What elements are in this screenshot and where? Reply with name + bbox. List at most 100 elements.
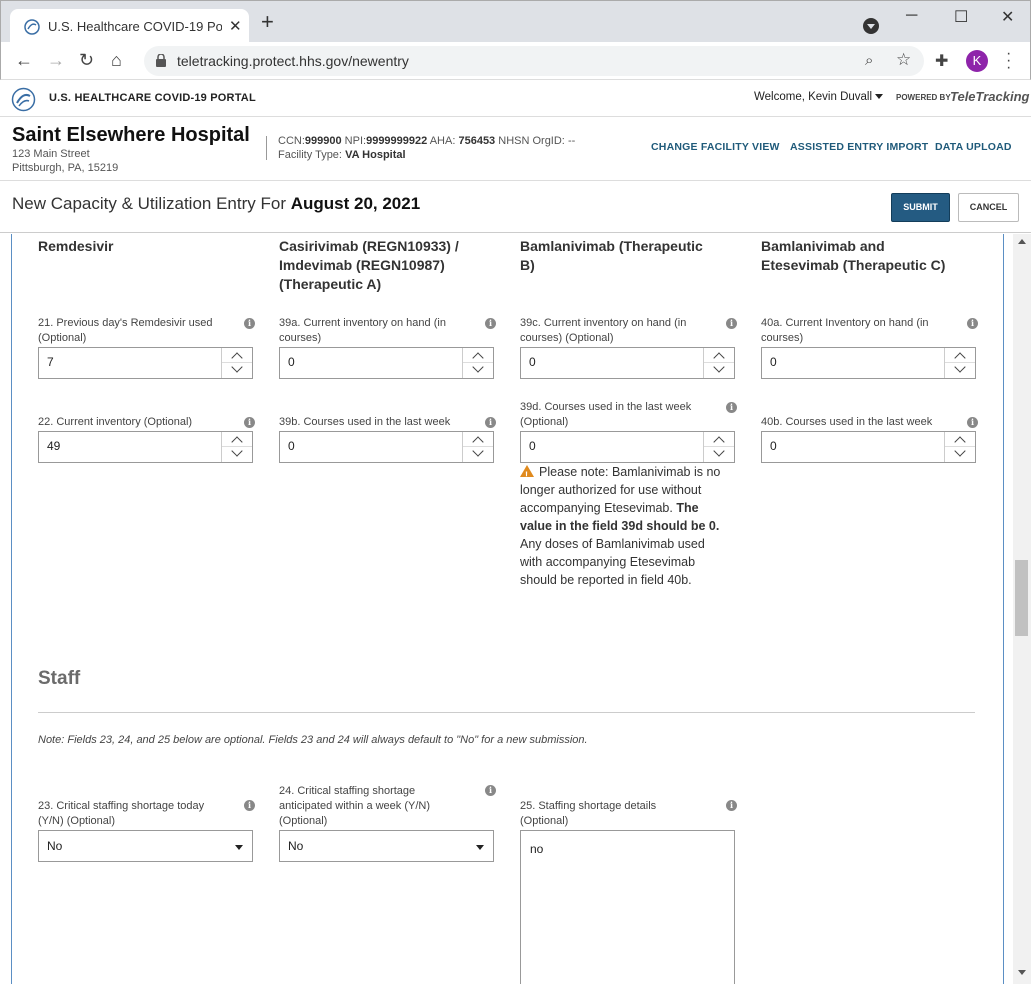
ccn-value: 999900 (304, 135, 342, 147)
new-tab-button[interactable]: + (261, 11, 274, 33)
field-39c-input[interactable]: 0 (520, 347, 735, 379)
warning-text: longer authorized for use without (520, 483, 702, 497)
data-upload-link[interactable]: DATA UPLOAD (935, 141, 1012, 153)
tab-close-icon[interactable]: ✕ (229, 17, 242, 35)
field-21-value[interactable]: 7 (47, 355, 54, 369)
info-icon[interactable]: i (726, 318, 737, 329)
number-stepper[interactable] (944, 348, 975, 378)
url-text[interactable]: teletracking.protect.hhs.gov/newentry (177, 53, 409, 69)
chevron-down-icon (231, 445, 243, 457)
hhs-favicon-icon (24, 19, 40, 35)
chevron-down-icon (713, 445, 725, 457)
user-menu[interactable]: Welcome, Kevin Duvall (754, 91, 884, 103)
label-line: courses) (761, 332, 804, 344)
back-arrow-icon[interactable]: ← (15, 51, 33, 69)
extensions-puzzle-icon[interactable]: ✚ (935, 51, 948, 71)
field-40b-input[interactable]: 0 (761, 431, 976, 463)
field-39b-input[interactable]: 0 (279, 431, 494, 463)
field-39a-input[interactable]: 0 (279, 347, 494, 379)
field-25-value[interactable]: no (530, 842, 543, 856)
scroll-thumb[interactable] (1015, 560, 1028, 636)
info-icon[interactable]: i (485, 417, 496, 428)
field-39b-value[interactable]: 0 (288, 439, 295, 453)
npi-value: 9999999922 (366, 135, 428, 147)
decrement-button[interactable] (222, 361, 252, 378)
heading-line: (Therapeutic A) (279, 276, 382, 292)
zoom-icon[interactable]: ⌕ (865, 52, 873, 69)
profile-avatar[interactable]: K (966, 50, 988, 72)
info-icon[interactable]: i (244, 800, 255, 811)
scroll-up-icon[interactable] (1018, 239, 1026, 244)
change-facility-view-link[interactable]: CHANGE FACILITY VIEW (651, 141, 780, 153)
field-24-value[interactable]: No (288, 839, 303, 853)
label-line: anticipated within a week (Y/N) (279, 800, 431, 812)
field-40b-value[interactable]: 0 (770, 439, 777, 453)
number-stepper[interactable] (462, 348, 493, 378)
window-maximize-button[interactable]: ☐ (954, 7, 968, 27)
staff-section-title: Staff (38, 668, 81, 689)
caret-down-icon (875, 94, 884, 100)
field-23-select[interactable]: No (38, 830, 253, 862)
warning-text: Any doses of Bamlanivimab used (520, 537, 705, 551)
reload-icon[interactable]: ↻ (79, 51, 94, 69)
info-icon[interactable]: i (967, 318, 978, 329)
field-40a-input[interactable]: 0 (761, 347, 976, 379)
window-close-button[interactable]: ✕ (1001, 7, 1014, 27)
number-stepper[interactable] (221, 348, 252, 378)
decrement-button[interactable] (222, 445, 252, 462)
heading-line: Imdevimab (REGN10987) (279, 257, 445, 273)
home-icon[interactable]: ⌂ (111, 51, 122, 69)
info-icon[interactable]: i (726, 402, 737, 413)
field-21-input[interactable]: 7 (38, 347, 253, 379)
browser-tab[interactable]: U.S. Healthcare COVID-19 Portal | U ✕ (10, 9, 249, 43)
field-22-value[interactable]: 49 (47, 439, 60, 453)
info-icon[interactable]: i (244, 318, 255, 329)
decrement-button[interactable] (945, 361, 975, 378)
page-title-prefix: New Capacity & Utilization Entry For (12, 194, 286, 213)
number-stepper[interactable] (703, 348, 734, 378)
bookmark-star-icon[interactable]: ☆ (896, 50, 911, 70)
field-39c-value[interactable]: 0 (529, 355, 536, 369)
nhsn-label: NHSN OrgID: (498, 135, 565, 147)
label-line: 39a. Current inventory on hand (in (279, 317, 446, 329)
facility-header: Saint Elsewhere Hospital 123 Main Street… (0, 117, 1031, 181)
decrement-button[interactable] (463, 445, 493, 462)
browser-menu-icon[interactable]: · · · (1006, 46, 1011, 76)
number-stepper[interactable] (703, 432, 734, 462)
field-39d-value[interactable]: 0 (529, 439, 536, 453)
decrement-button[interactable] (704, 445, 734, 462)
cancel-button[interactable]: CANCEL (958, 193, 1019, 222)
label-line: (Optional) (520, 815, 569, 827)
decrement-button[interactable] (945, 445, 975, 462)
submit-button[interactable]: SUBMIT (891, 193, 950, 222)
decrement-button[interactable] (463, 361, 493, 378)
field-39d-input[interactable]: 0 (520, 431, 735, 463)
field-25-textarea[interactable]: no (520, 830, 735, 984)
page-scrollbar[interactable] (1013, 234, 1031, 984)
decrement-button[interactable] (704, 361, 734, 378)
assisted-entry-import-link[interactable]: ASSISTED ENTRY IMPORT (790, 141, 928, 153)
therapeutic-b-heading: Bamlanivimab (Therapeutic B) (520, 237, 703, 275)
forward-arrow-icon[interactable]: → (47, 51, 65, 69)
number-stepper[interactable] (462, 432, 493, 462)
info-icon[interactable]: i (244, 417, 255, 428)
welcome-text: Welcome, Kevin Duvall (754, 91, 873, 103)
info-icon[interactable]: i (967, 417, 978, 428)
field-22-input[interactable]: 49 (38, 431, 253, 463)
warning-text: Please note: Bamlanivimab is no (539, 465, 721, 479)
field-23-value[interactable]: No (47, 839, 62, 853)
info-icon[interactable]: i (485, 785, 496, 796)
info-icon[interactable]: i (726, 800, 737, 811)
label-line: (Optional) (279, 815, 328, 827)
number-stepper[interactable] (944, 432, 975, 462)
remdesivir-heading: Remdesivir (38, 238, 114, 254)
scroll-down-icon[interactable] (1018, 970, 1026, 975)
info-icon[interactable]: i (485, 318, 496, 329)
tab-search-icon[interactable] (863, 18, 879, 34)
field-39a-value[interactable]: 0 (288, 355, 295, 369)
field-40a-value[interactable]: 0 (770, 355, 777, 369)
window-minimize-button[interactable]: ─ (906, 7, 917, 25)
address-bar[interactable]: teletracking.protect.hhs.gov/newentry ⌕ … (144, 46, 924, 76)
number-stepper[interactable] (221, 432, 252, 462)
field-24-select[interactable]: No (279, 830, 494, 862)
